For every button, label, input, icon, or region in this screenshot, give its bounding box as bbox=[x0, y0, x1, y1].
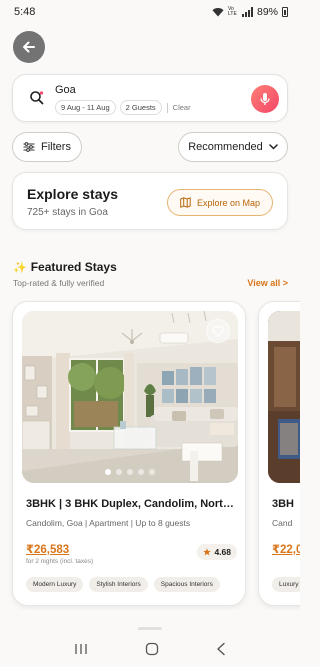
mic-icon bbox=[260, 93, 270, 105]
explore-title: Explore stays bbox=[27, 186, 119, 202]
stay-title[interactable]: 3BHK | 3 BHK Duplex, Candolim, North ... bbox=[26, 498, 238, 510]
featured-header: ✨ Featured Stays bbox=[13, 260, 117, 274]
search-icon bbox=[30, 91, 44, 105]
photo-pagination bbox=[105, 469, 155, 475]
heart-icon bbox=[212, 325, 224, 337]
sort-dropdown[interactable]: Recommended bbox=[178, 132, 288, 162]
interior-photo bbox=[268, 311, 300, 483]
network-label: Vo LTE bbox=[227, 6, 237, 17]
search-location[interactable]: Goa bbox=[55, 84, 76, 96]
back-button[interactable] bbox=[13, 31, 45, 63]
stay-card[interactable]: 3BHK | 3 BHK Duplex, Candolim, North ...… bbox=[12, 301, 246, 606]
chip-divider bbox=[166, 102, 168, 113]
stay-price[interactable]: ₹22,04 bbox=[272, 542, 300, 556]
back-nav-icon[interactable] bbox=[216, 642, 226, 656]
stay-tags: Modern Luxury Stylish Interiors Spacious… bbox=[26, 577, 220, 592]
stay-title[interactable]: 3BH bbox=[272, 498, 300, 510]
living-room-photo bbox=[22, 311, 238, 483]
recent-apps-icon[interactable] bbox=[74, 643, 88, 655]
map-icon bbox=[180, 197, 191, 208]
status-icons: Vo LTE 89% bbox=[212, 6, 288, 18]
stay-tags: Luxury bbox=[272, 577, 300, 592]
stay-card[interactable]: 3BH Cand ₹22,04 Luxury bbox=[258, 301, 300, 606]
rating-value: 4.68 bbox=[214, 547, 231, 557]
favorite-button[interactable] bbox=[206, 319, 230, 343]
pagination-dot[interactable] bbox=[149, 469, 155, 475]
view-all-link[interactable]: View all > bbox=[247, 278, 288, 288]
pagination-dot[interactable] bbox=[116, 469, 122, 475]
stay-meta: Cand bbox=[272, 518, 293, 528]
stay-tag: Modern Luxury bbox=[26, 577, 84, 592]
featured-title: Featured Stays bbox=[30, 260, 117, 274]
featured-carousel[interactable]: 3BHK | 3 BHK Duplex, Candolim, North ...… bbox=[0, 300, 300, 610]
featured-subtitle: Top-rated & fully verified bbox=[13, 278, 105, 288]
clear-button[interactable]: Clear bbox=[173, 103, 191, 112]
system-nav-bar bbox=[0, 630, 300, 667]
filters-label: Filters bbox=[41, 141, 71, 153]
chevron-down-icon bbox=[269, 144, 278, 150]
filters-button[interactable]: Filters bbox=[12, 132, 82, 162]
pagination-dot[interactable] bbox=[105, 469, 111, 475]
stay-meta: Candolim, Goa | Apartment | Up to 8 gues… bbox=[26, 518, 191, 528]
guests-chip[interactable]: 2 Guests bbox=[119, 100, 162, 115]
stay-tag: Stylish Interiors bbox=[89, 577, 148, 592]
status-bar: 5:48 Vo LTE 89% bbox=[0, 0, 300, 24]
dates-chip[interactable]: 9 Aug - 11 Aug bbox=[55, 100, 116, 115]
back-arrow-icon bbox=[23, 41, 35, 53]
filter-sliders-icon bbox=[23, 142, 35, 152]
battery-percent: 89% bbox=[256, 6, 278, 18]
sort-label: Recommended bbox=[188, 141, 263, 153]
map-button-label: Explore on Map bbox=[196, 197, 261, 208]
search-chips: 9 Aug - 11 Aug 2 Guests Clear bbox=[55, 100, 191, 115]
stay-photo[interactable] bbox=[22, 311, 238, 483]
pagination-dot[interactable] bbox=[127, 469, 133, 475]
explore-subtitle: 725+ stays in Goa bbox=[27, 207, 108, 218]
signal-icon bbox=[241, 7, 253, 17]
voice-search-button[interactable] bbox=[251, 85, 279, 113]
search-bar[interactable]: Goa 9 Aug - 11 Aug 2 Guests Clear bbox=[12, 74, 288, 122]
stay-price[interactable]: ₹26,583 bbox=[26, 542, 69, 556]
explore-stays-card: Explore stays 725+ stays in Goa Explore … bbox=[12, 172, 288, 230]
status-time: 5:48 bbox=[14, 6, 36, 18]
sparkles-icon: ✨ bbox=[13, 261, 27, 274]
price-note: for 2 nights (incl. taxes) bbox=[26, 558, 94, 565]
star-icon bbox=[203, 548, 212, 556]
stay-tag: Luxury bbox=[272, 577, 300, 592]
pagination-dot[interactable] bbox=[138, 469, 144, 475]
wifi-icon bbox=[212, 8, 224, 17]
home-icon[interactable] bbox=[145, 642, 159, 656]
stay-photo[interactable] bbox=[268, 311, 300, 483]
stay-tag: Spacious Interiors bbox=[153, 577, 220, 592]
battery-icon bbox=[282, 7, 288, 17]
explore-on-map-button[interactable]: Explore on Map bbox=[167, 189, 273, 216]
rating-badge: 4.68 bbox=[197, 544, 237, 560]
